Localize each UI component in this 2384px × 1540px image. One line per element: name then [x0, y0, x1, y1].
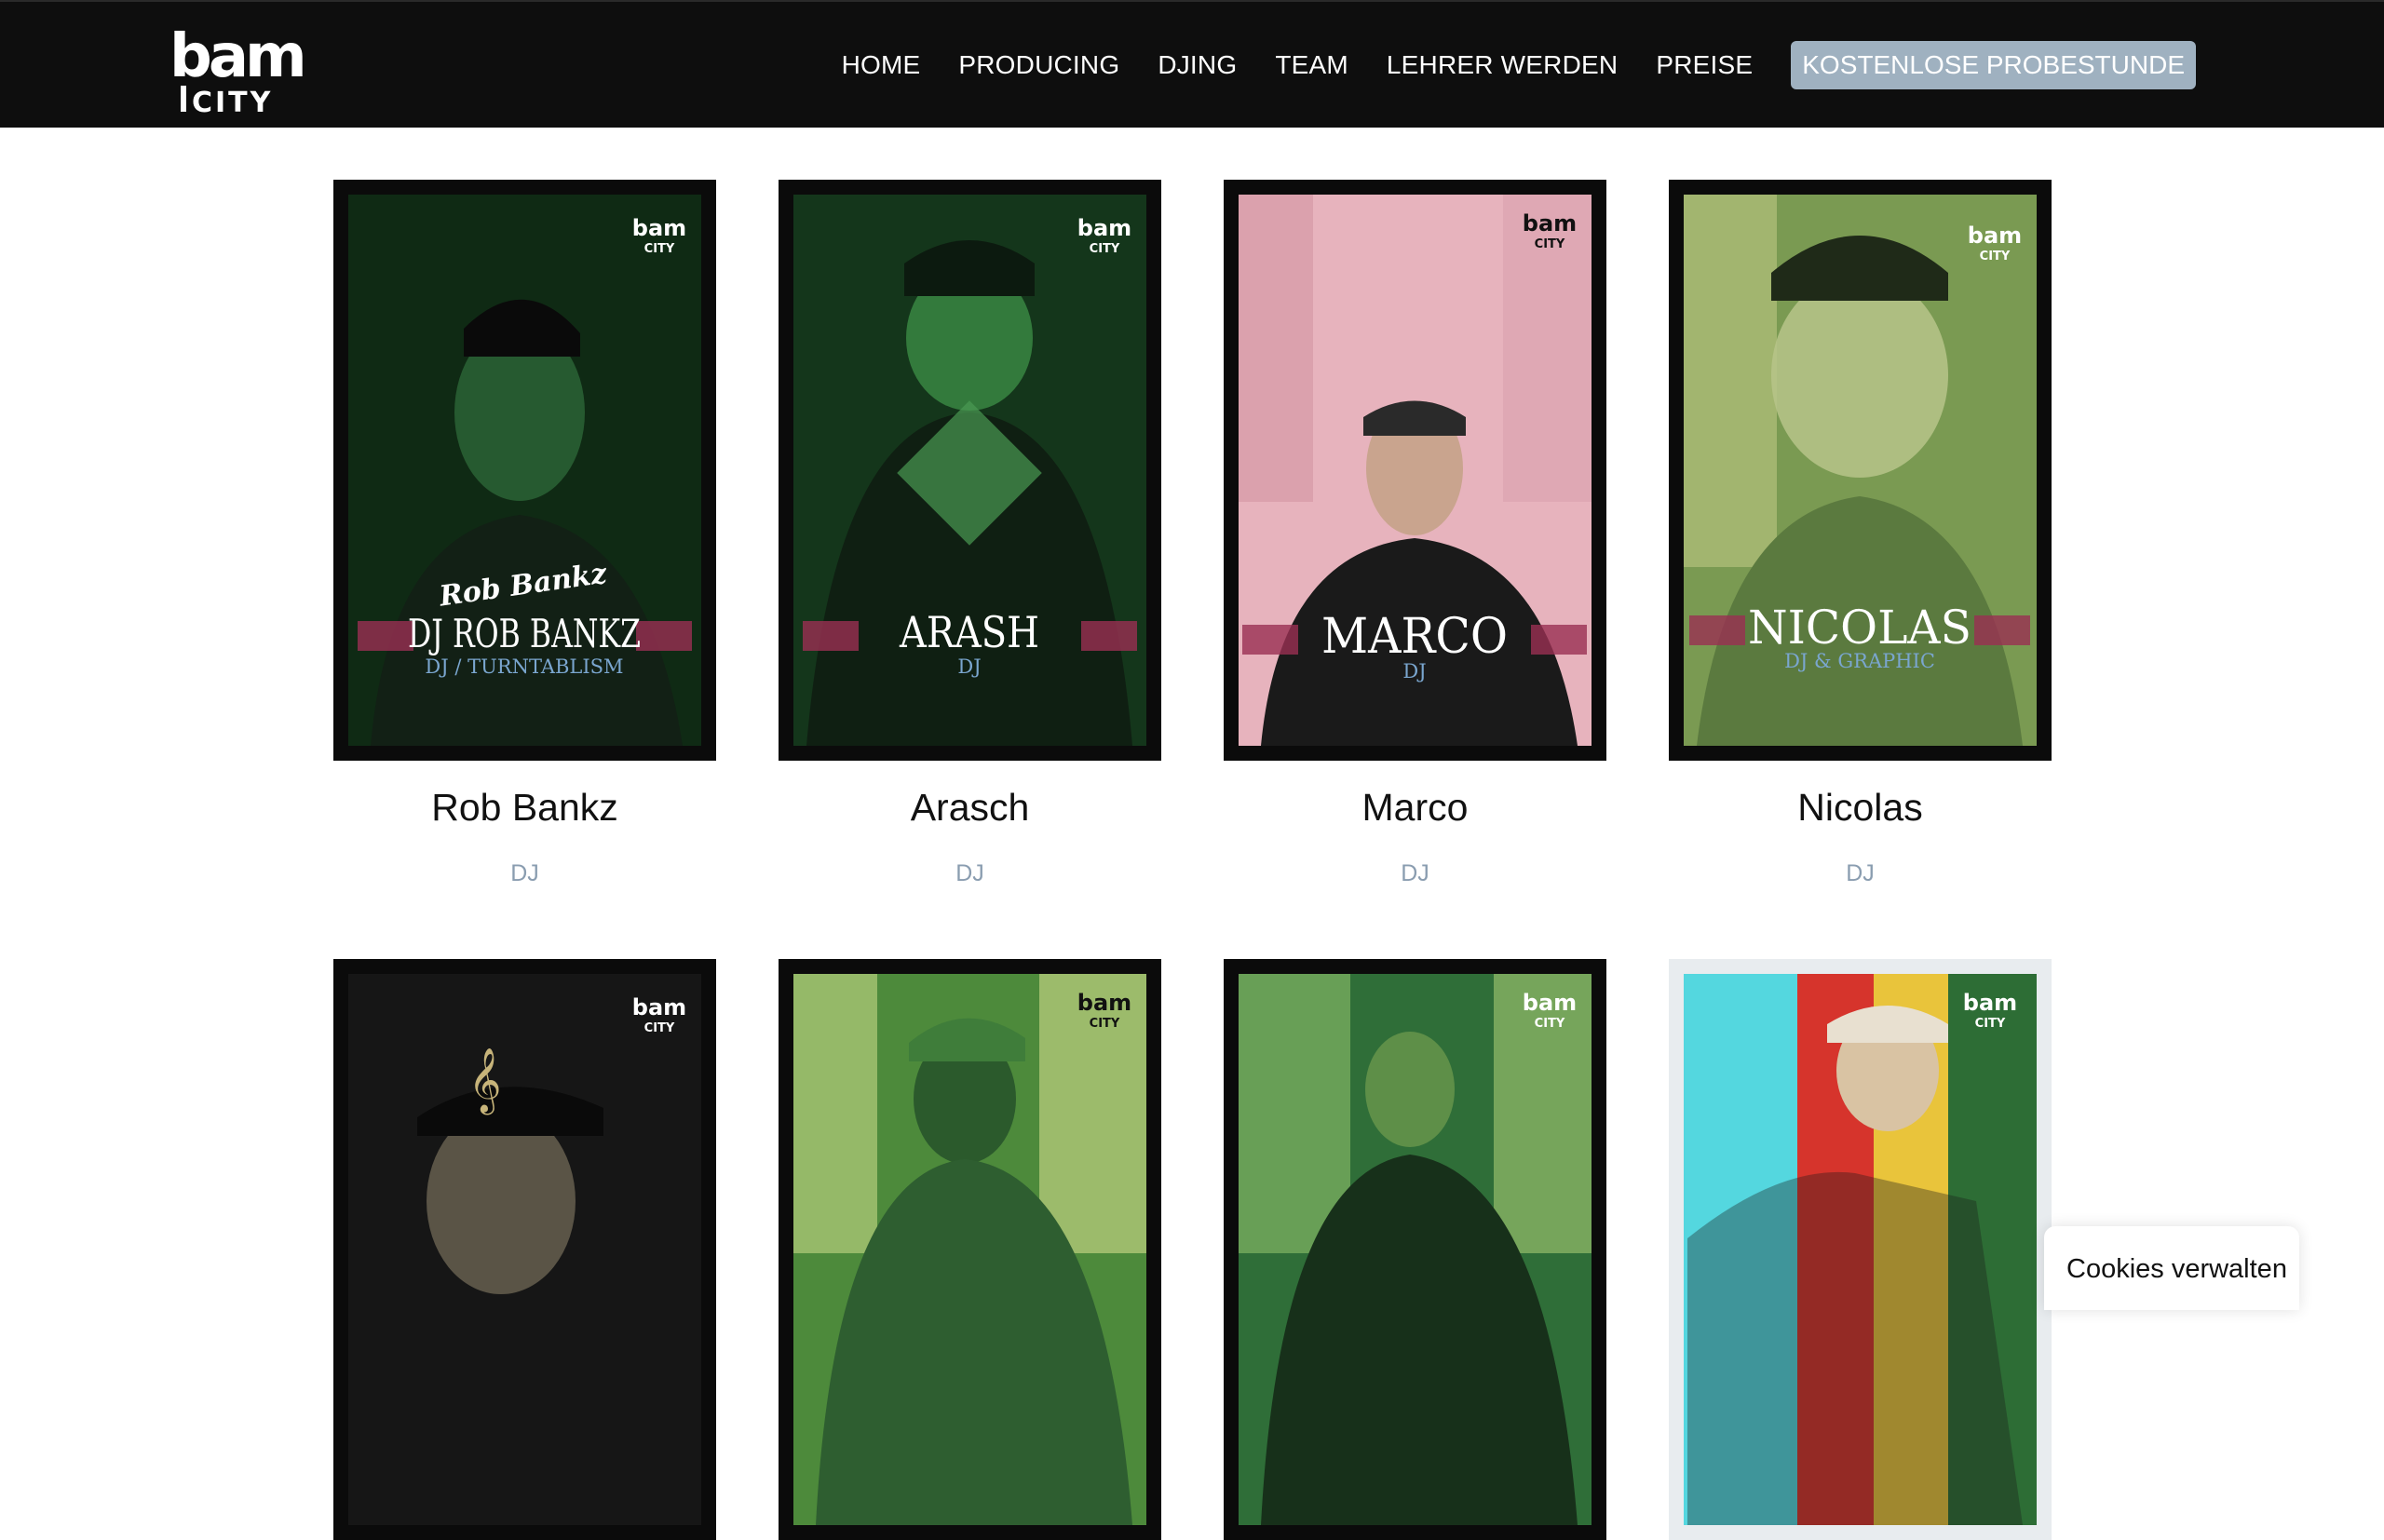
team-member-poster[interactable]: bam CITY — [1224, 959, 1606, 1540]
team-member-role: DJ — [1401, 860, 1429, 886]
cookie-settings-button[interactable]: Cookies verwalten — [2044, 1226, 2299, 1310]
svg-text:CITY: CITY — [1975, 1017, 2006, 1031]
svg-text:𝄞: 𝄞 — [468, 1047, 501, 1114]
team-member-poster[interactable]: bam CITY MARCO DJ — [1224, 180, 1606, 761]
svg-text:CITY: CITY — [1535, 237, 1565, 251]
team-member-poster[interactable]: bam CITY NICOLAS DJ & GRAPHIC — [1669, 180, 2052, 761]
svg-text:CITY: CITY — [1090, 1017, 1120, 1031]
nav-producing[interactable]: PRODUCING — [958, 50, 1119, 80]
free-trial-lesson-button[interactable]: KOSTENLOSE PROBESTUNDE — [1791, 41, 2196, 89]
poster-subtitle: DJ & GRAPHIC — [1784, 650, 1935, 672]
nav-djing[interactable]: DJING — [1158, 50, 1237, 80]
team-member-role: DJ — [510, 860, 539, 886]
svg-text:bam: bam — [1077, 990, 1131, 1016]
team-member-poster[interactable]: 𝄞 bam CITY — [333, 959, 716, 1540]
team-member-role: DJ — [955, 860, 984, 886]
cookie-settings-label: Cookies verwalten — [2066, 1254, 2287, 1284]
svg-text:bam: bam — [169, 22, 304, 91]
team-member-poster[interactable]: bam CITY ARASH DJ — [779, 180, 1161, 761]
svg-text:bam: bam — [1077, 215, 1131, 241]
poster-title: ARASH — [899, 607, 1039, 657]
svg-text:bam: bam — [632, 994, 686, 1020]
svg-text:CITY: CITY — [1535, 1017, 1565, 1031]
svg-text:CITY: CITY — [644, 242, 675, 256]
bam-city-logo[interactable]: bam CITY — [168, 13, 313, 115]
team-member-role: DJ — [1846, 860, 1875, 886]
svg-text:CITY: CITY — [1980, 250, 2011, 263]
team-member-poster[interactable]: bam CITY Rob Bankz DJ ROB BANKZ DJ / TUR… — [333, 180, 716, 761]
nav-preise[interactable]: PREISE — [1656, 50, 1753, 80]
nav-home[interactable]: HOME — [842, 50, 921, 80]
poster-title: NICOLAS — [1748, 601, 1971, 655]
svg-text:bam: bam — [632, 215, 686, 241]
svg-text:bam: bam — [1963, 990, 2017, 1016]
team-member-name: Marco — [1361, 786, 1469, 829]
nav-lehrer-werden[interactable]: LEHRER WERDEN — [1387, 50, 1618, 80]
team-member-poster[interactable]: bam CITY — [1669, 959, 2052, 1540]
svg-text:bam: bam — [1968, 223, 2022, 249]
svg-text:bam: bam — [1523, 990, 1577, 1016]
top-navigation-bar: bam CITY HOME PRODUCING DJING TEAM LEHRE… — [0, 0, 2384, 128]
svg-text:bam: bam — [1523, 210, 1577, 236]
poster-subtitle: DJ / TURNTABLISM — [425, 655, 623, 678]
main-menu: HOME PRODUCING DJING TEAM LEHRER WERDEN … — [804, 41, 2196, 89]
poster-title: MARCO — [1321, 609, 1508, 665]
poster-title: DJ ROB BANKZ — [408, 611, 641, 656]
svg-text:CITY: CITY — [1090, 242, 1120, 256]
poster-subtitle: DJ — [957, 655, 981, 678]
svg-text:CITY: CITY — [192, 87, 273, 115]
svg-text:CITY: CITY — [644, 1021, 675, 1035]
team-member-name: Nicolas — [1797, 786, 1923, 829]
team-member-name: Rob Bankz — [431, 786, 618, 829]
team-member-name: Arasch — [910, 786, 1030, 829]
poster-subtitle: DJ — [1402, 660, 1426, 682]
team-member-poster[interactable]: bam CITY — [779, 959, 1161, 1540]
nav-team[interactable]: TEAM — [1275, 50, 1348, 80]
